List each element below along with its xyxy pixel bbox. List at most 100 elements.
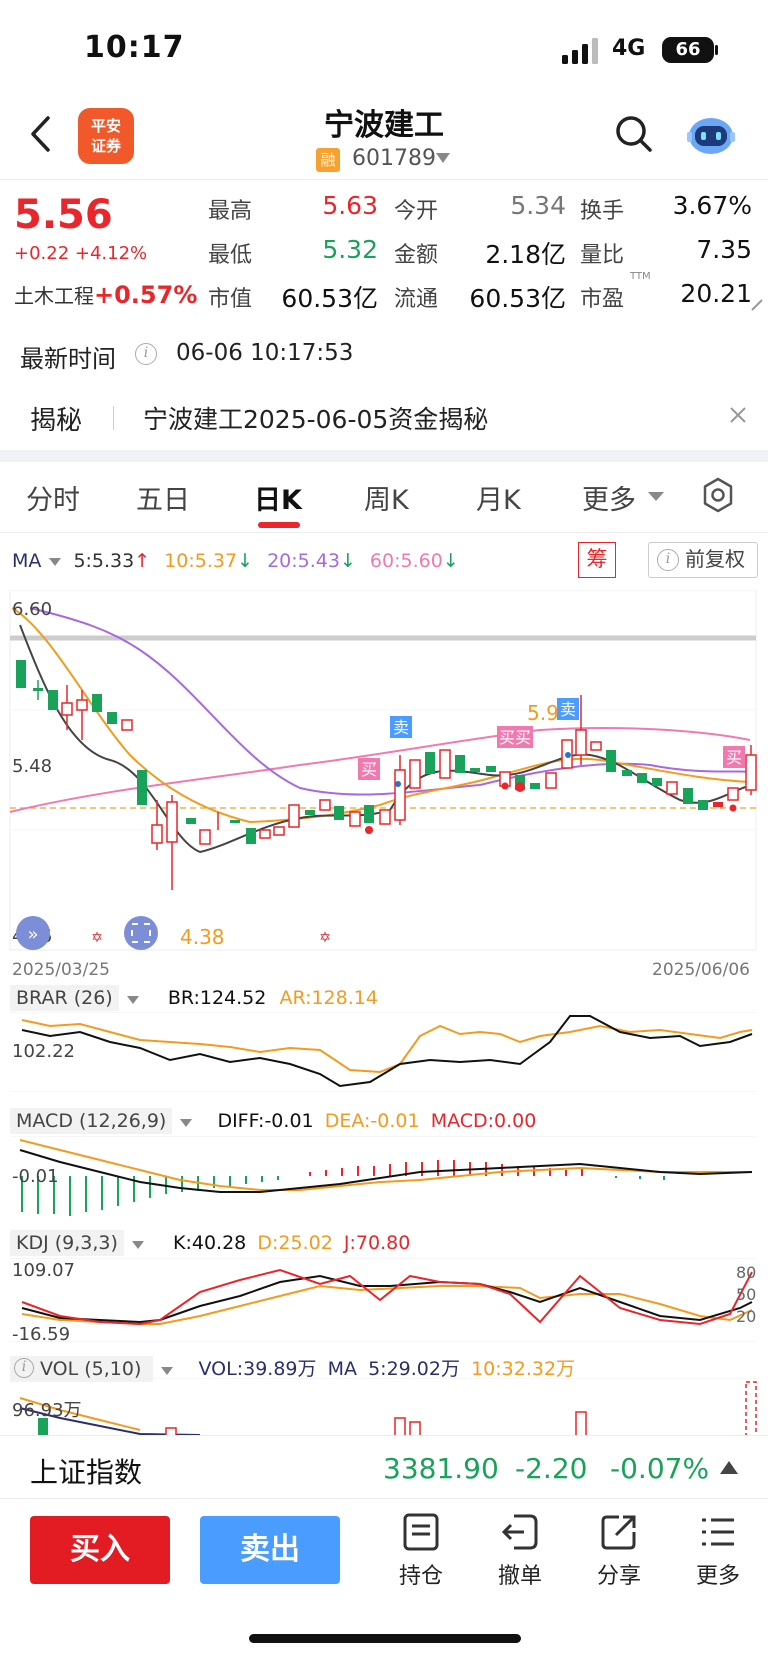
index-change: -2.20: [515, 1452, 588, 1485]
brar-axis: 102.22: [12, 1041, 75, 1062]
vol-chart: 96.93万: [10, 1378, 757, 1435]
more-button[interactable]: 更多: [683, 1512, 753, 1590]
battery-tip: [715, 45, 718, 55]
sell-marker: 卖: [560, 700, 576, 719]
chevron-down-icon[interactable]: [161, 1366, 174, 1375]
search-icon[interactable]: [614, 114, 654, 154]
cancel-order-label: 撤单: [497, 1564, 542, 1589]
br-value: BR:124.52: [167, 987, 267, 1009]
adjust-mode-button[interactable]: i 前复权: [648, 542, 758, 578]
sell-button[interactable]: 卖出: [200, 1516, 340, 1584]
brar-title: BRAR (26): [10, 985, 119, 1011]
ma-legend[interactable]: MA 5:5.33↑ 10:5.37↓ 20:5.43↓ 60:5.60↓: [12, 550, 459, 572]
low-label: 4.38: [180, 925, 225, 949]
high-label: 5.9: [527, 701, 559, 725]
tab-more[interactable]: 更多: [582, 478, 636, 517]
macd-value: MACD:0.00: [430, 1110, 537, 1132]
fullscreen-icon: [124, 916, 158, 950]
sector[interactable]: 土木工程+0.57%: [14, 280, 197, 309]
tab-daily-k[interactable]: 日K: [254, 478, 302, 517]
cancel-order-button[interactable]: 撤单: [485, 1512, 555, 1590]
macd-chart: -0.01: [10, 1136, 756, 1216]
date-start: 2025/03/25: [12, 960, 110, 980]
share-button[interactable]: 分享: [584, 1512, 654, 1590]
tab-five-day[interactable]: 五日: [136, 478, 190, 517]
robot-assistant-icon[interactable]: [686, 112, 736, 156]
quote-label: 最低: [208, 243, 253, 268]
quote-value: 60.53亿: [469, 284, 566, 313]
brar-chart: 102.22: [10, 1012, 756, 1092]
chevron-down-icon[interactable]: [436, 153, 450, 163]
date-end: 2025/06/06: [652, 960, 750, 980]
chevron-down-icon[interactable]: [126, 995, 139, 1004]
holdings-button[interactable]: 持仓: [386, 1512, 456, 1590]
arrow-down-icon: ↓: [442, 550, 459, 572]
buy-marker: 买: [361, 760, 377, 779]
info-icon: i: [14, 1358, 34, 1378]
kdj-ref-80: 80: [736, 1263, 756, 1282]
index-pct: -0.07%: [610, 1452, 710, 1485]
gear-icon[interactable]: [700, 477, 736, 513]
close-icon[interactable]: [727, 404, 749, 426]
event-star-icon: ✡: [319, 930, 331, 946]
macd-header[interactable]: MACD (12,26,9) DIFF:-0.01 DEA:-0.01 MACD…: [10, 1108, 537, 1134]
quote-label: 流通: [394, 287, 439, 312]
bottom-divider: [0, 1498, 768, 1499]
quote-value: 60.53亿: [281, 284, 378, 313]
chevron-up-icon[interactable]: [720, 1461, 738, 1474]
arrow-down-icon: ↓: [339, 550, 356, 572]
info-icon[interactable]: i: [135, 343, 157, 365]
menu-icon: [702, 1518, 734, 1546]
chevron-down-icon[interactable]: [49, 557, 62, 566]
index-value: 3381.90: [383, 1452, 499, 1485]
tab-weekly-k[interactable]: 周K: [364, 478, 409, 517]
home-indicator: [249, 1634, 521, 1643]
arrow-down-icon: ↓: [237, 550, 254, 572]
signal-icon: [562, 38, 598, 64]
reveal-link[interactable]: 宁波建工2025-06-05资金揭秘: [143, 400, 488, 436]
vol-ma10: 10:32.32万: [471, 1358, 576, 1380]
brar-header[interactable]: BRAR (26) BR:124.52 AR:128.14: [10, 985, 378, 1011]
buy-button[interactable]: 买入: [30, 1516, 170, 1584]
price-change: +0.22 +4.12%: [14, 243, 148, 264]
network-type: 4G: [612, 36, 646, 61]
index-name[interactable]: 上证指数: [30, 1451, 142, 1491]
active-tab-indicator: [258, 522, 300, 528]
macd-dea: DEA:-0.01: [324, 1110, 420, 1132]
sector-name: 土木工程: [14, 284, 94, 308]
chevron-down-icon[interactable]: [131, 1240, 144, 1249]
quote-value: 2.18亿: [485, 240, 566, 269]
document-icon: [403, 1513, 439, 1551]
chevron-down-icon[interactable]: [648, 492, 664, 501]
tab-monthly-k[interactable]: 月K: [476, 478, 521, 517]
quote-value: 7.35: [696, 235, 752, 264]
vol-header[interactable]: i VOL (5,10) VOL:39.89万 MA 5:29.02万 10:3…: [10, 1354, 576, 1382]
tab-intraday[interactable]: 分时: [26, 478, 80, 517]
svg-text:»: »: [27, 924, 38, 945]
kline-chart[interactable]: 卖 买 买买 卖 买 6.60 5.48 4.26 4.38 5.9 » ✡ ✡: [0, 590, 768, 960]
latest-time-value: 06-06 10:17:53: [176, 340, 354, 366]
kdj-title: KDJ (9,3,3): [10, 1230, 124, 1256]
chevron-down-icon[interactable]: [180, 1118, 193, 1127]
kdj-header[interactable]: KDJ (9,3,3) K:40.28 D:25.02 J:70.80: [10, 1230, 410, 1256]
chip-distribution-button[interactable]: 筹: [578, 542, 616, 578]
kdj-ref-20: 20: [736, 1307, 756, 1326]
stock-code[interactable]: 601789: [352, 146, 436, 171]
ma5-value: 5:5.33: [73, 550, 135, 572]
quote-value: 3.67%: [672, 191, 752, 220]
adjust-mode-label: 前复权: [685, 547, 745, 571]
ma10-value: 10:5.37: [164, 550, 238, 572]
ma-name: MA: [12, 550, 42, 572]
pe-ttm-label: TTM: [630, 271, 651, 282]
vol-ma5: 5:29.02万: [368, 1358, 460, 1380]
ma20-value: 20:5.43: [267, 550, 340, 572]
quote-label: 最高: [208, 199, 253, 224]
kdj-axis-bottom: -16.59: [12, 1324, 70, 1342]
expand-corner-icon[interactable]: [750, 296, 764, 312]
tabs-divider: [0, 532, 768, 533]
vol-ma-label: MA: [327, 1358, 357, 1380]
holdings-label: 持仓: [398, 1564, 443, 1589]
ar-value: AR:128.14: [279, 987, 378, 1009]
kdj-d: D:25.02: [257, 1232, 333, 1254]
header-divider: [0, 179, 768, 180]
